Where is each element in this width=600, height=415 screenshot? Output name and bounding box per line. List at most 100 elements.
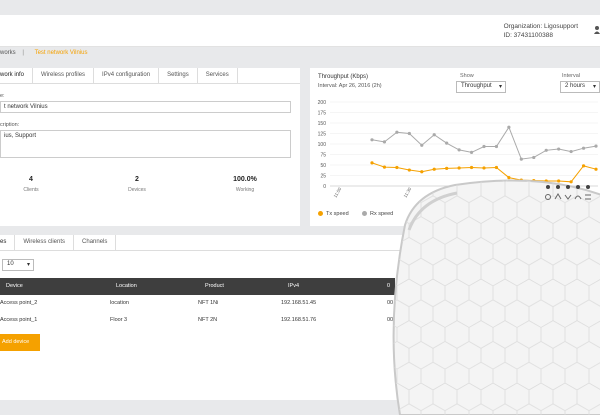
show-label: Show (460, 73, 474, 79)
cell-location: location (110, 300, 129, 306)
rx-data-point (507, 125, 511, 129)
devices-count: 2 (135, 176, 139, 183)
rx-data-point (395, 130, 399, 134)
working-percent: 100.0% (233, 176, 257, 183)
network-tabs: work info Wireless profiles IPv4 configu… (0, 68, 300, 84)
tab-network-info[interactable]: work info (0, 68, 34, 83)
tx-data-point (469, 165, 474, 170)
rx-legend-dot (362, 211, 367, 217)
top-bar: Organization: Ligosupport ID: 3743110038… (0, 15, 600, 47)
column-ipv4[interactable]: IPv4 (288, 283, 299, 289)
tab-wireless-profiles[interactable]: Wireless profiles (33, 68, 95, 83)
description-field[interactable]: ius, Support (0, 130, 291, 158)
y-tick-label: 175 (318, 111, 327, 117)
rx-data-point (370, 138, 374, 142)
add-device-button[interactable]: Add device (0, 334, 40, 351)
y-tick-label: 125 (318, 132, 327, 138)
description-label: cription: (0, 122, 20, 128)
rx-data-point (519, 157, 523, 161)
table-row[interactable]: Access point_2 location NFT 1Ni 192.168.… (0, 296, 395, 312)
rx-data-point (407, 131, 411, 136)
tab-channels[interactable]: Channels (74, 235, 117, 250)
rx-data-point (544, 148, 548, 152)
rx-data-point (581, 146, 586, 150)
cell-ipv4: 192.168.51.76 (281, 317, 317, 323)
tx-data-point (382, 165, 387, 169)
tab-ipv4-configuration[interactable]: IPv4 configuration (94, 68, 160, 83)
rx-data-point (469, 150, 474, 154)
rx-data-point (457, 148, 461, 152)
tx-data-point (420, 170, 424, 174)
breadcrumb-current[interactable]: Test network Vilnius (35, 50, 88, 56)
cell-product: NFT 2N (198, 317, 218, 323)
tx-data-point (581, 164, 586, 168)
cell-device: Access point_1 (0, 317, 38, 323)
breadcrumb: works | Test network Vilnius (0, 50, 88, 56)
rx-data-point (382, 140, 387, 144)
column-product[interactable]: Product (205, 283, 224, 289)
rx-data-point (432, 133, 436, 137)
tx-data-point (445, 166, 449, 170)
cell-device: Access point_2 (0, 300, 38, 306)
tx-data-point (594, 167, 598, 171)
cell-ipv4: 192.168.51.45 (281, 300, 317, 306)
tx-data-point (482, 166, 486, 170)
name-label: e: (0, 93, 5, 99)
tx-legend-dot (318, 211, 323, 217)
tx-data-point (407, 168, 411, 172)
interval-select[interactable]: 2 hours (560, 81, 600, 93)
tab-devices[interactable]: es (0, 235, 16, 250)
y-tick-label: 25 (320, 174, 326, 180)
per-page-select[interactable]: 10 (2, 259, 34, 271)
legend-tx: Tx speed (318, 211, 349, 217)
network-info-card: work info Wireless profiles IPv4 configu… (0, 68, 300, 226)
x-tick-label: 11:00 (333, 186, 343, 198)
cell-product: NFT 1Ni (198, 300, 219, 306)
organization-id: ID: 37431100388 (503, 32, 553, 39)
tx-data-point (395, 165, 399, 170)
cell-location: Floor 3 (110, 317, 128, 323)
working-stat: 100.0% Working (215, 176, 275, 193)
organization-name: Organization: Ligosupport (503, 23, 578, 30)
rx-data-point (420, 143, 424, 147)
y-tick-label: 200 (318, 100, 327, 106)
tab-settings[interactable]: Settings (159, 68, 198, 83)
tx-data-point (457, 166, 461, 170)
breadcrumb-separator: | (22, 50, 24, 56)
show-select[interactable]: Throughput (456, 81, 506, 93)
rx-data-point (532, 155, 536, 160)
user-icon[interactable] (594, 26, 600, 34)
clients-count: 4 (29, 176, 33, 183)
clients-label: Clients (23, 187, 39, 193)
rx-data-point (557, 147, 561, 151)
working-label: Working (235, 187, 255, 193)
table-row[interactable]: Access point_1 Floor 3 NFT 2N 192.168.51… (0, 313, 395, 329)
tx-data-point (494, 165, 499, 170)
devices-table-header: Device Location Product IPv4 0 (0, 278, 395, 295)
interval-label: Interval (562, 73, 581, 79)
column-location[interactable]: Location (116, 283, 137, 289)
tab-services[interactable]: Services (198, 68, 238, 83)
chart-subtitle: Interval: Apr 26, 2016 (2h) (318, 83, 382, 89)
y-tick-label: 100 (318, 142, 327, 148)
tx-data-point (370, 161, 374, 165)
column-device[interactable]: Device (6, 283, 23, 289)
y-tick-label: 75 (320, 153, 326, 159)
rx-data-point (569, 149, 573, 154)
tx-data-point (432, 167, 436, 171)
y-tick-label: 50 (320, 163, 326, 169)
rx-data-point (494, 144, 499, 149)
tx-legend-label: Tx speed (326, 211, 349, 217)
access-point-device-image (392, 179, 600, 415)
organization-info: Organization: Ligosupport ID: 3743110038… (504, 22, 578, 40)
y-tick-label: 0 (323, 184, 326, 190)
devices-label: Devices (128, 187, 146, 193)
devices-stat: 2 Devices (107, 176, 167, 193)
breadcrumb-networks[interactable]: works (0, 50, 16, 56)
clients-stat: 4 Clients (1, 176, 61, 193)
network-name-field[interactable]: t network Vilnius (0, 101, 291, 113)
chart-title: Throughput (Kbps) (318, 74, 369, 80)
y-tick-label: 150 (318, 121, 327, 127)
rx-data-point (445, 141, 449, 145)
tab-wireless-clients[interactable]: Wireless clients (15, 235, 75, 250)
